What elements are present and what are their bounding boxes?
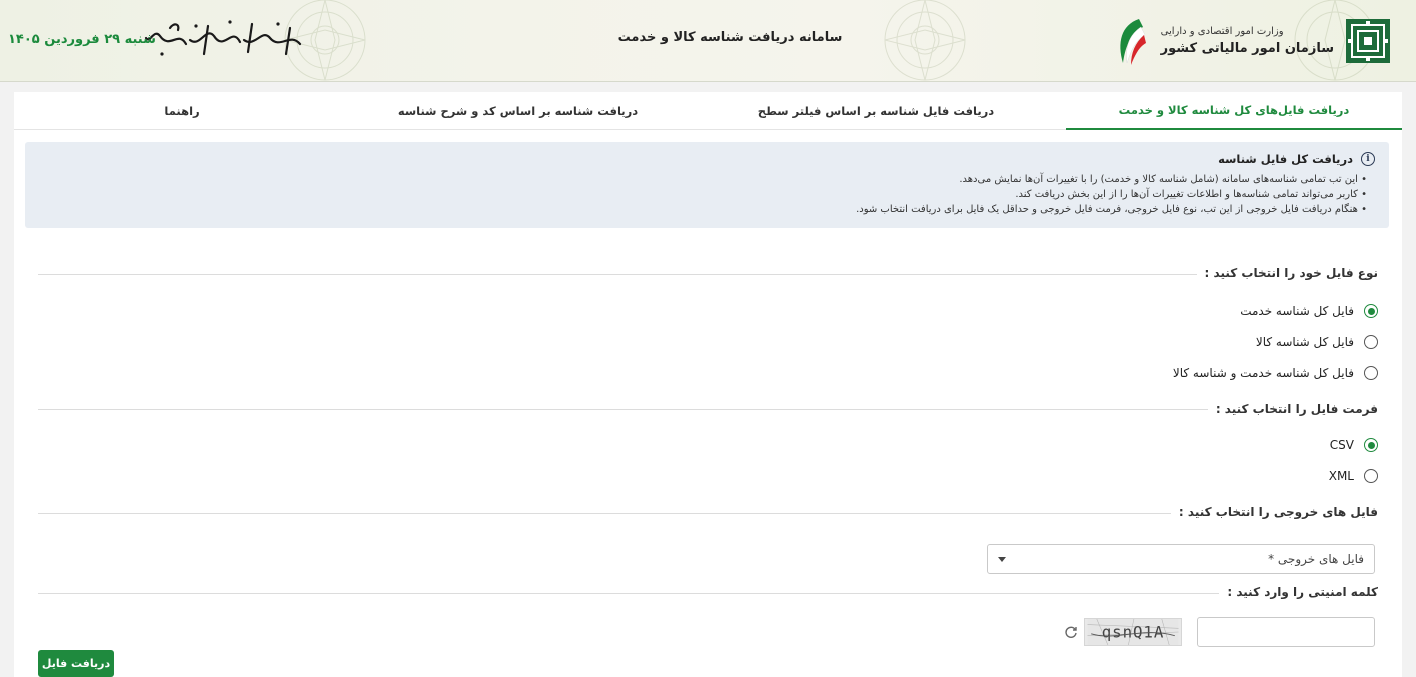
tab-bar: دریافت فایل‌های کل شناسه کالا و خدمت دری… (14, 92, 1402, 130)
radio-button[interactable] (1364, 335, 1378, 349)
captcha-label: کلمه امنیتی را وارد کنید : (1219, 585, 1378, 599)
section-divider (38, 409, 1238, 410)
radio-label: فایل کل شناسه کالا (1255, 335, 1354, 349)
radio-button[interactable] (1364, 366, 1378, 380)
output-files-select[interactable]: فایل های خروجی * (987, 544, 1375, 574)
radio-option-goods-file[interactable]: فایل کل شناسه کالا (1256, 335, 1378, 349)
organization-brand[interactable]: وزارت امور اقتصادی و دارایی سازمان امور … (1113, 12, 1392, 70)
section-divider (38, 593, 1248, 594)
ministry-name: وزارت امور اقتصادی و دارایی (1160, 26, 1284, 37)
section-divider (38, 274, 1238, 275)
radio-option-service-file[interactable]: فایل کل شناسه خدمت (1240, 304, 1378, 318)
output-files-label: فایل های خروجی را انتخاب کنید : (1170, 505, 1378, 519)
section-divider (38, 513, 1208, 514)
radio-label: فایل کل شناسه خدمت و شناسه کالا (1172, 366, 1354, 380)
organization-title: سازمان امور مالیاتی کشور (1160, 41, 1334, 56)
radio-label: فایل کل شناسه خدمت (1240, 304, 1354, 318)
radio-button[interactable] (1364, 304, 1378, 318)
chevron-down-icon (998, 556, 1006, 562)
info-item: هنگام دریافت فایل خروجی از این تب، نوع ف… (39, 202, 1367, 217)
calligraphy-slogan-logo (144, 20, 302, 56)
radio-button[interactable] (1364, 438, 1378, 452)
radio-option-csv[interactable]: CSV (1330, 438, 1378, 452)
info-title: دریافت کل فایل شناسه (1218, 152, 1353, 166)
info-list: این تب تمامی شناسه‌های سامانه (شامل شناس… (39, 172, 1375, 217)
radio-label: XML (1328, 469, 1354, 483)
info-icon: i (1361, 152, 1375, 166)
download-file-button[interactable]: دریافت فایل (38, 650, 114, 677)
info-panel: i دریافت کل فایل شناسه این تب تمامی شناس… (25, 142, 1389, 228)
tab-code-description-search[interactable]: دریافت شناسه بر اساس کد و شرح شناسه (350, 92, 686, 130)
captcha-image: qsnQ1A (1084, 618, 1182, 646)
radio-label: CSV (1329, 438, 1354, 452)
current-date: شنبه ۲۹ فروردین ۱۴۰۵ (8, 32, 156, 47)
iran-flag-emblem-icon (1120, 19, 1146, 65)
captcha-input[interactable] (1197, 617, 1375, 647)
main-card: دریافت فایل‌های کل شناسه کالا و خدمت دری… (14, 92, 1402, 677)
refresh-captcha-icon[interactable] (1064, 625, 1078, 639)
page-title: سامانه دریافت شناسه کالا و خدمت (617, 30, 843, 45)
info-header: i دریافت کل فایل شناسه (39, 152, 1375, 166)
select-value: فایل های خروجی * (1268, 552, 1364, 566)
tax-organization-seal-icon (1346, 19, 1390, 63)
tab-level-filter-file[interactable]: دریافت فایل شناسه بر اساس فیلتر سطح (686, 92, 1066, 130)
radio-option-service-and-goods-file[interactable]: فایل کل شناسه خدمت و شناسه کالا (1173, 366, 1378, 380)
file-format-label: فرمت فایل را انتخاب کنید : (1207, 402, 1378, 416)
organization-name: وزارت امور اقتصادی و دارایی سازمان امور … (1161, 26, 1334, 56)
info-item: کاربر می‌تواند تمامی شناسه‌ها و اطلاعات … (39, 187, 1367, 202)
radio-option-xml[interactable]: XML (1329, 469, 1378, 483)
file-type-label: نوع فایل خود را انتخاب کنید : (1196, 266, 1378, 280)
site-header: وزارت امور اقتصادی و دارایی سازمان امور … (0, 0, 1416, 82)
tab-all-identifier-files[interactable]: دریافت فایل‌های کل شناسه کالا و خدمت (1066, 92, 1402, 130)
info-item: این تب تمامی شناسه‌های سامانه (شامل شناس… (39, 172, 1367, 187)
captcha-text: qsnQ1A (1102, 623, 1165, 642)
radio-button[interactable] (1364, 469, 1378, 483)
tab-help[interactable]: راهنما (14, 92, 350, 130)
